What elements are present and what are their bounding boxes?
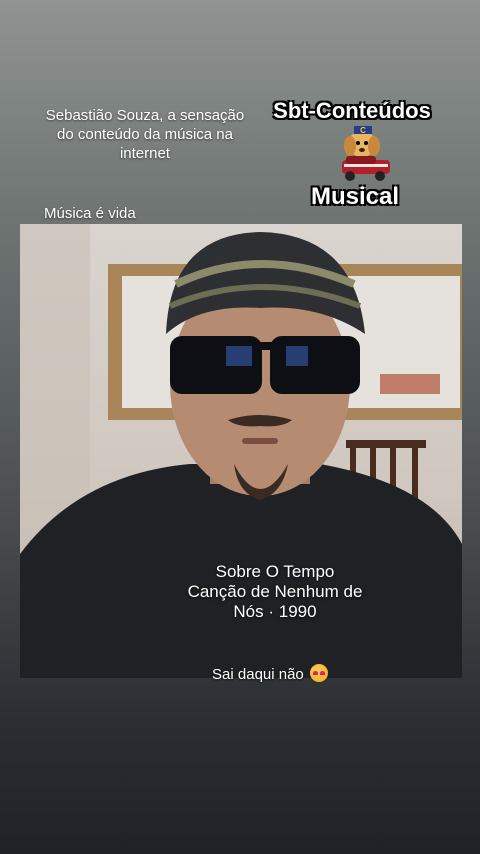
bottom-caption: Sai daqui não: [200, 664, 340, 683]
smiling-face-with-hearts-icon: [309, 664, 328, 682]
brand-title: Sbt-Conteúdos: [273, 98, 431, 123]
top-caption: Sebastião Souza, a sensação do conteúdo …: [45, 107, 245, 162]
music-life-caption: Música é vida: [44, 205, 136, 222]
svg-text:C: C: [360, 126, 366, 135]
song-caption: Sobre O Tempo Canção de Nenhum de Nós · …: [187, 562, 363, 621]
bottom-caption-text: Sai daqui não: [212, 666, 304, 683]
brand-subtitle: Musical: [310, 183, 400, 210]
dog-mascot-icon: C: [342, 126, 390, 181]
